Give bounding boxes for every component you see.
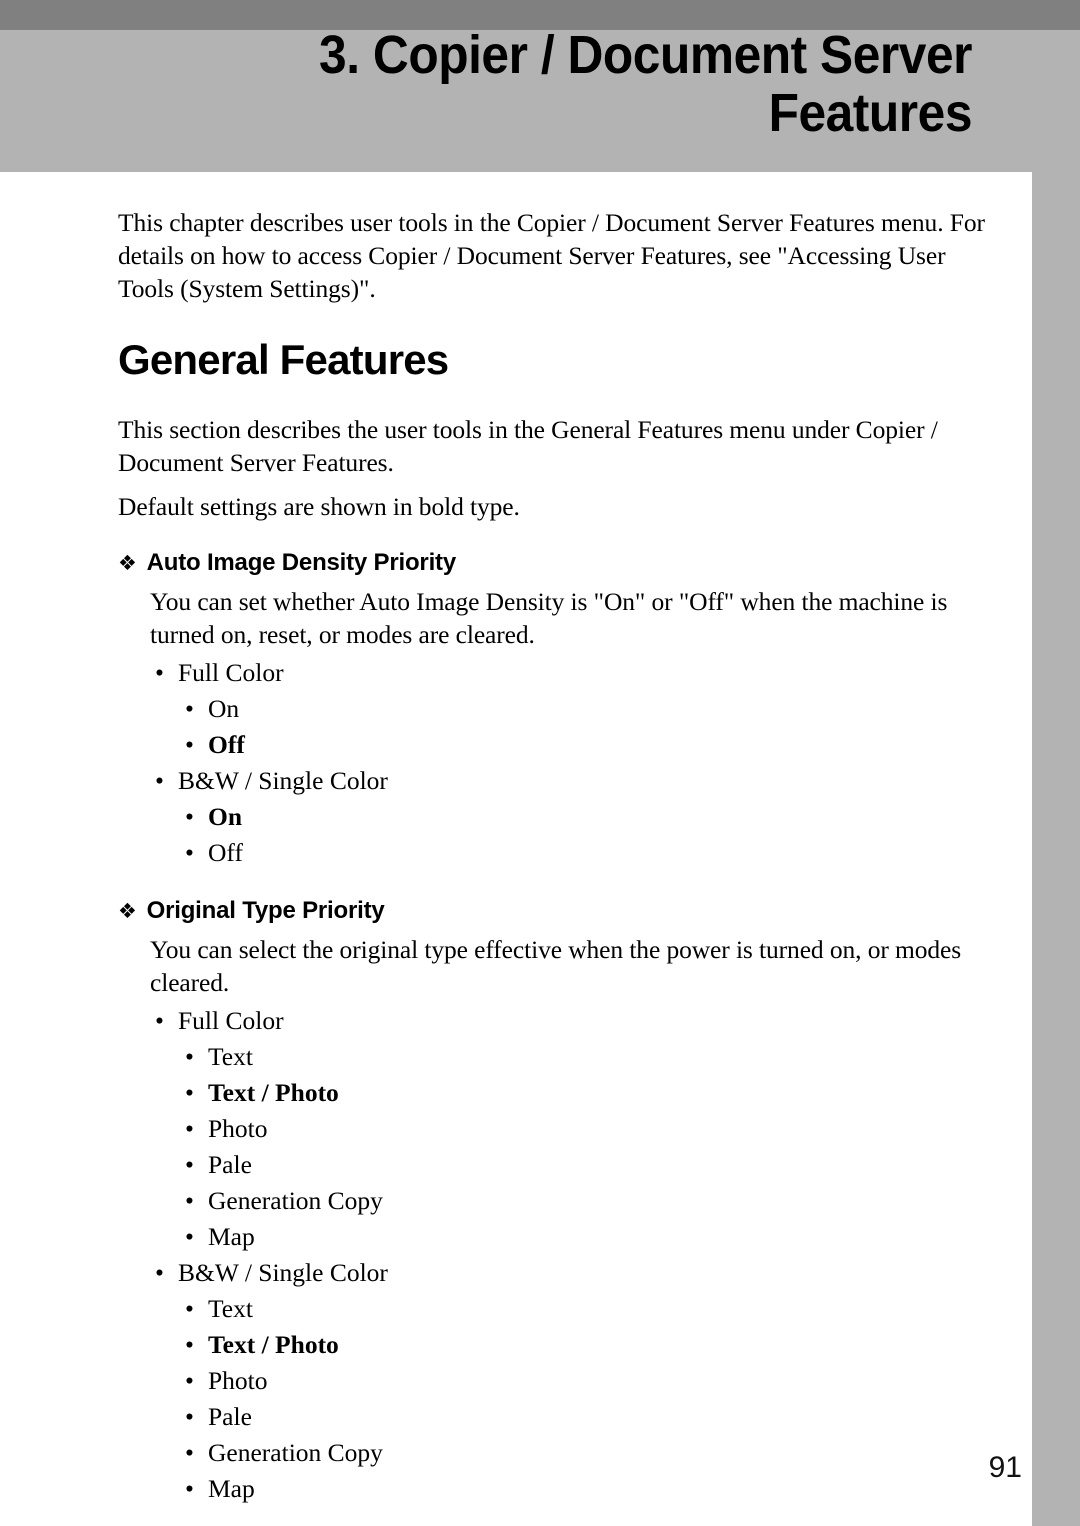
diamond-bullet-icon: ❖	[118, 899, 137, 923]
bullet-dot-icon: •	[185, 1330, 194, 1359]
section-title: Auto Image Density Priority	[146, 549, 457, 576]
bullet-dot-icon: •	[185, 838, 194, 867]
list-item: • Off	[178, 727, 988, 763]
bullet-dot-icon: •	[185, 1222, 194, 1251]
section-body-text: You can select the original type effecti…	[150, 935, 962, 997]
option-label: Off	[208, 838, 243, 867]
bullet-dot-icon: •	[185, 1402, 194, 1431]
right-margin-strip	[1032, 172, 1080, 1526]
bullet-dot-icon: •	[185, 1366, 194, 1395]
option-group-list: • Full Color • On • Off • B&W / Single C…	[118, 655, 988, 871]
option-label: Photo	[208, 1366, 268, 1395]
option-group-list: • Full Color • Text • Text / Photo • Pho…	[118, 1003, 988, 1507]
heading-spacer	[118, 385, 988, 413]
option-label: On	[208, 694, 240, 723]
list-item: • Text / Photo	[178, 1075, 988, 1111]
bullet-dot-icon: •	[185, 1150, 194, 1179]
list-item: • Photo	[178, 1111, 988, 1147]
list-item: • Text / Photo	[178, 1327, 988, 1363]
general-features-paragraph-1: This section describes the user tools in…	[118, 415, 938, 477]
bullet-dot-icon: •	[155, 1006, 164, 1035]
section-title: Original Type Priority	[146, 897, 385, 924]
group-label: Full Color	[178, 1006, 284, 1035]
bullet-dot-icon: •	[155, 1258, 164, 1287]
bullet-dot-icon: •	[185, 1078, 194, 1107]
general-features-paragraph-2: Default settings are shown in bold type.	[118, 492, 520, 521]
option-label: Text	[208, 1294, 253, 1323]
list-item: • Pale	[178, 1399, 988, 1435]
list-item: • Map	[178, 1219, 988, 1255]
bullet-dot-icon: •	[185, 1186, 194, 1215]
diamond-bullet-icon: ❖	[118, 551, 137, 575]
section-body-wrapper: You can select the original type effecti…	[150, 933, 988, 999]
section-heading-original-type-priority: ❖ Original Type Priority	[118, 897, 988, 925]
list-item: • Text	[178, 1039, 988, 1075]
option-label: Generation Copy	[208, 1186, 383, 1215]
group-label: Full Color	[178, 658, 284, 687]
option-label-default: On	[208, 802, 243, 831]
document-page: 3. Copier / Document Server Features Thi…	[0, 0, 1080, 1526]
option-label: Photo	[208, 1114, 268, 1143]
list-item: • On	[178, 799, 988, 835]
bullet-dot-icon: •	[185, 1294, 194, 1323]
list-item: • On	[178, 691, 988, 727]
chapter-intro-paragraph: This chapter describes user tools in the…	[118, 208, 985, 303]
list-item: • Full Color • Text • Text / Photo • Pho…	[118, 1003, 988, 1255]
list-item: • Full Color • On • Off	[118, 655, 988, 763]
section-body-text: You can set whether Auto Image Density i…	[150, 587, 948, 649]
page-number: 91	[988, 1451, 1022, 1484]
list-item: • Off	[178, 835, 988, 871]
bullet-dot-icon: •	[185, 1042, 194, 1071]
bullet-dot-icon: •	[185, 1114, 194, 1143]
option-list: • Text • Text / Photo • Photo • Pale • G…	[178, 1039, 988, 1255]
option-label-default: Text / Photo	[208, 1330, 339, 1359]
bullet-dot-icon: •	[185, 694, 194, 723]
list-item: • Pale	[178, 1147, 988, 1183]
list-item: • Photo	[178, 1363, 988, 1399]
option-label-default: Off	[208, 730, 245, 759]
bullet-dot-icon: •	[185, 802, 194, 831]
bullet-dot-icon: •	[155, 658, 164, 687]
page-title: General Features	[118, 336, 449, 383]
bullet-dot-icon: •	[185, 730, 194, 759]
list-item: • Text	[178, 1291, 988, 1327]
option-label: Text	[208, 1042, 253, 1071]
list-item: • Generation Copy	[178, 1183, 988, 1219]
option-list: • On • Off	[178, 799, 988, 871]
section-heading-auto-image-density-priority: ❖ Auto Image Density Priority	[118, 549, 988, 577]
group-label: B&W / Single Color	[178, 1258, 388, 1287]
group-label: B&W / Single Color	[178, 766, 388, 795]
list-item: • B&W / Single Color • On • Off	[118, 763, 988, 871]
option-label: Pale	[208, 1150, 252, 1179]
option-label: Map	[208, 1222, 255, 1251]
option-label-default: Text / Photo	[208, 1078, 339, 1107]
page-body: This chapter describes user tools in the…	[118, 206, 988, 1507]
option-list: • On • Off	[178, 691, 988, 763]
chapter-title: 3. Copier / Document Server Features	[319, 25, 972, 143]
option-label: Pale	[208, 1402, 252, 1431]
section-body-wrapper: You can set whether Auto Image Density i…	[150, 585, 988, 651]
bullet-dot-icon: •	[155, 766, 164, 795]
